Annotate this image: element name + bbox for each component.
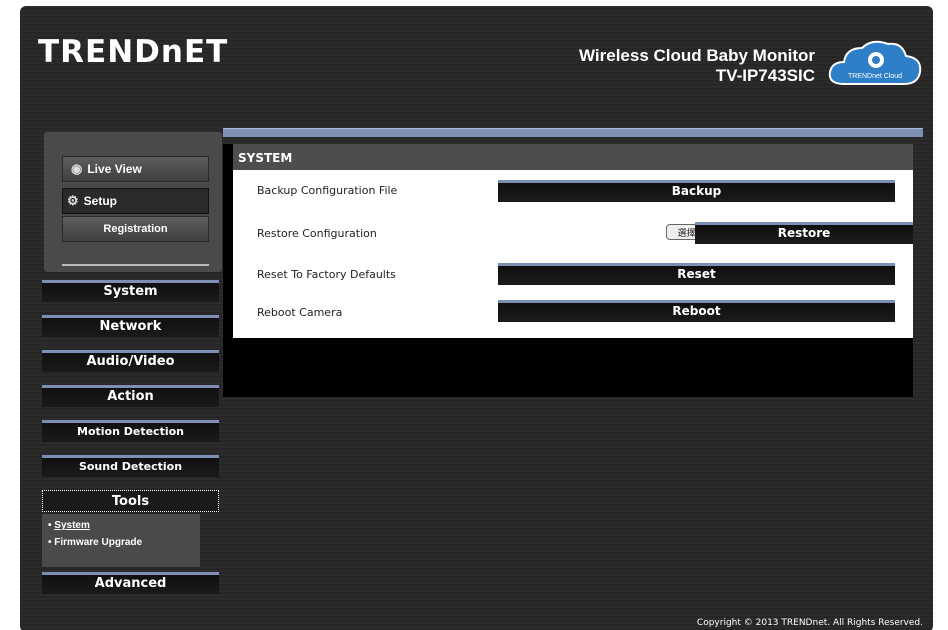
menu-tools[interactable]: Tools <box>42 490 219 512</box>
registration-label: Registration <box>103 223 168 235</box>
tools-submenu: • System • Firmware Upgrade <box>42 514 200 567</box>
section-title: SYSTEM <box>233 144 913 170</box>
reset-button[interactable]: Reset <box>498 263 895 285</box>
menu-action[interactable]: Action <box>42 385 219 407</box>
reboot-label: Reboot Camera <box>257 306 343 319</box>
product-title: Wireless Cloud Baby Monitor TV-IP743SIC <box>579 46 815 86</box>
reboot-button[interactable]: Reboot <box>498 300 895 322</box>
menu-motion-detection[interactable]: Motion Detection <box>42 420 219 442</box>
backup-label: Backup Configuration File <box>257 184 398 197</box>
menu-sound-detection[interactable]: Sound Detection <box>42 455 219 477</box>
live-view-label: Live View <box>87 162 142 176</box>
system-settings: Backup Configuration File Backup Restore… <box>233 170 913 338</box>
submenu-system-label: System <box>54 520 90 531</box>
submenu-firmware-upgrade[interactable]: • Firmware Upgrade <box>48 537 194 548</box>
setup-button[interactable]: ⚙ Setup <box>62 188 209 214</box>
cloud-icon: TRENDnet Cloud <box>828 40 922 85</box>
menu-advanced[interactable]: Advanced <box>42 572 219 594</box>
backup-button[interactable]: Backup <box>498 180 895 202</box>
trendnet-logo: TRENDnET <box>38 34 229 70</box>
reset-label: Reset To Factory Defaults <box>257 268 396 281</box>
restore-label: Restore Configuration <box>257 227 377 240</box>
menu-audio-video[interactable]: Audio/Video <box>42 350 219 372</box>
setup-label: Setup <box>83 194 117 208</box>
restore-button[interactable]: Restore <box>695 222 913 244</box>
live-view-button[interactable]: ◉ Live View <box>62 156 209 182</box>
page-frame: TRENDnET Wireless Cloud Baby Monitor TV-… <box>20 6 933 630</box>
submenu-firmware-label: Firmware Upgrade <box>54 537 143 548</box>
copyright-text: Copyright © 2013 TRENDnet. All Rights Re… <box>696 618 923 628</box>
menu-network[interactable]: Network <box>42 315 219 337</box>
menu-system[interactable]: System <box>42 280 219 302</box>
cloud-label: TRENDnet Cloud <box>848 73 902 80</box>
main-top-bar <box>223 128 923 137</box>
submenu-system[interactable]: • System <box>48 520 194 531</box>
registration-button[interactable]: Registration <box>62 216 209 242</box>
divider <box>62 264 209 266</box>
quick-menu-panel: ◉ Live View ⚙ Setup Registration <box>44 132 222 272</box>
gear-icon: ⚙ <box>67 193 79 208</box>
product-model: TV-IP743SIC <box>715 66 815 85</box>
eye-icon: ◉ <box>71 161 83 176</box>
product-name: Wireless Cloud Baby Monitor <box>579 46 815 65</box>
main-panel: SYSTEM Backup Configuration File Backup … <box>223 144 913 397</box>
